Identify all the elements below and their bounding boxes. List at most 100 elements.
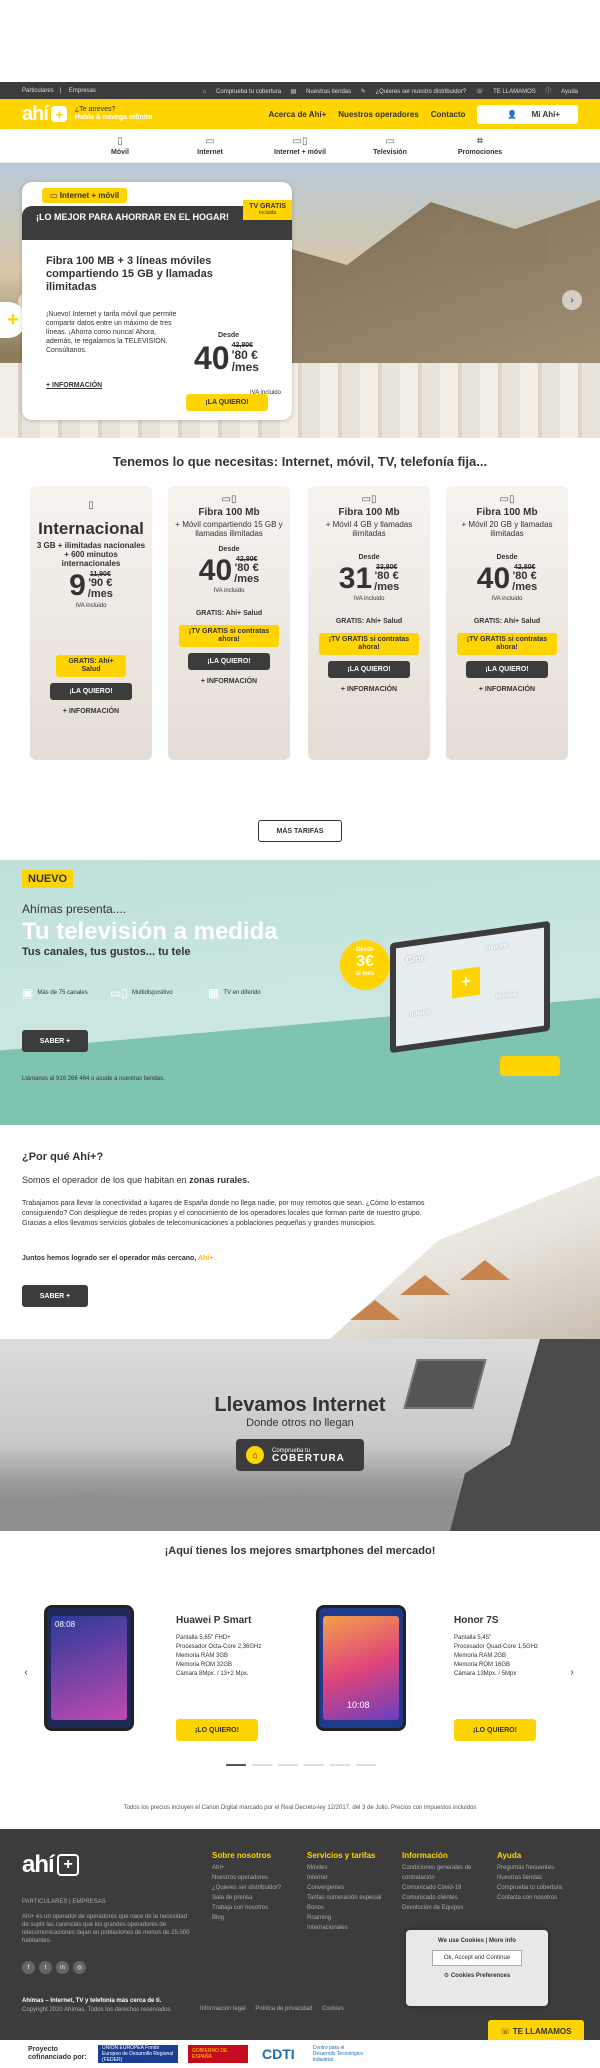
- card-cta-button[interactable]: ¡LA QUIERO!: [466, 661, 548, 678]
- social-links: f t in ◎: [22, 1961, 90, 1974]
- product-card: ▭▯ Fibra 100 Mb + Móvil 4 GB y llamadas …: [308, 486, 430, 760]
- footer-link[interactable]: Ahí+: [212, 1863, 281, 1873]
- footer-link[interactable]: ¿Quieres ser distribuidor?: [212, 1883, 281, 1893]
- carousel-dot[interactable]: [278, 1764, 298, 1766]
- feature-replay: ▦ TV en diferido: [208, 986, 261, 1000]
- nav-contact[interactable]: Contacto: [431, 110, 466, 119]
- footer-link[interactable]: Sala de prensa: [212, 1893, 281, 1903]
- linkedin-icon[interactable]: in: [56, 1961, 69, 1974]
- category-tv[interactable]: ▭ Televisión: [345, 129, 435, 162]
- card-cta-button[interactable]: ¡LA QUIERO!: [188, 653, 270, 670]
- footer-link[interactable]: Móviles: [307, 1863, 387, 1873]
- footer-link[interactable]: Devolución de Equipos: [402, 1903, 490, 1913]
- footer-link[interactable]: Roaming: [307, 1913, 387, 1923]
- footer-link[interactable]: Convergentes: [307, 1883, 387, 1893]
- card-price: 9 11,90€ '90 €/mes: [69, 569, 113, 602]
- cookie-banner: We use Cookies | More info Ok, Accept an…: [406, 1930, 548, 2006]
- hero-more-info-link[interactable]: + INFORMACIÓN: [46, 382, 102, 389]
- card-title: Fibra 100 Mb: [198, 507, 260, 518]
- feature-channels: ▣ Más de 75 canales: [22, 986, 88, 1000]
- phone-buy-button[interactable]: ¡LO QUIERO!: [176, 1719, 258, 1741]
- segment-particulares-link[interactable]: Particulares: [22, 88, 54, 94]
- footer-link[interactable]: Comunicado Covid-19: [402, 1883, 490, 1893]
- footer-logo[interactable]: ahí +: [22, 1851, 79, 1879]
- footer-link[interactable]: Comunicado clientes: [402, 1893, 490, 1903]
- footer-link[interactable]: Trabaja con nosotros: [212, 1903, 281, 1913]
- carousel-dot[interactable]: [252, 1764, 272, 1766]
- card-more-info-link[interactable]: + INFORMACIÓN: [308, 686, 430, 693]
- category-internet-mobile[interactable]: ▭▯ Internet + móvil: [255, 129, 345, 162]
- card-cta-button[interactable]: ¡LA QUIERO!: [50, 683, 132, 700]
- footer-link[interactable]: Blog: [212, 1913, 281, 1923]
- footer-col-info: Información Condiciones generales de con…: [402, 1851, 490, 1913]
- footer-link[interactable]: Preguntas frecuentes: [497, 1863, 562, 1873]
- hero-next-arrow[interactable]: ›: [562, 290, 582, 310]
- multidevice-icon: ▭▯: [110, 986, 128, 1000]
- product-card: ▯ Internacional 3 GB + ilimitadas nacion…: [30, 486, 152, 760]
- category-internet[interactable]: ▭ Internet: [165, 129, 255, 162]
- cookie-preferences-link[interactable]: ⚙ Cookies Preferences: [406, 1972, 548, 1979]
- card-cta-button[interactable]: ¡LA QUIERO!: [328, 661, 410, 678]
- segment-empresas-link[interactable]: Empresas: [69, 88, 96, 94]
- footer-link[interactable]: Condiciones generales de contratación: [402, 1863, 490, 1883]
- card-more-info-link[interactable]: + INFORMACIÓN: [168, 678, 290, 685]
- plus-icon: +: [50, 106, 67, 122]
- carousel-dot[interactable]: [304, 1764, 324, 1766]
- help-link[interactable]: ⓘ Ayuda: [545, 89, 578, 95]
- why-closing: Juntos hemos logrado ser el operador más…: [22, 1255, 216, 1262]
- carousel-dot[interactable]: [330, 1764, 350, 1766]
- phones-prev-arrow[interactable]: ‹: [16, 1662, 36, 1682]
- stores-link[interactable]: ▤ Nuestras tiendas: [291, 89, 351, 95]
- phone-buy-button[interactable]: ¡LO QUIERO!: [454, 1719, 536, 1741]
- call-me-button[interactable]: ☏ TE LLAMAMOS: [488, 2020, 584, 2042]
- cookies-link[interactable]: Cookies: [322, 2006, 344, 2012]
- footer-col-help: Ayuda Preguntas frecuentes Nuestras tien…: [497, 1851, 563, 1903]
- footer-link[interactable]: Nuestros operadores: [212, 1873, 281, 1883]
- category-nav: ▯ Móvil ▭ Internet ▭▯ Internet + móvil ▭ Tel…: [0, 129, 600, 163]
- nav-about[interactable]: Acerca de Ahí+: [269, 110, 327, 119]
- devices-icon: ▭▯: [499, 494, 515, 505]
- footer-link[interactable]: Internet: [307, 1873, 387, 1883]
- call-me-link[interactable]: ☏ TE LLAMAMOS: [476, 89, 536, 95]
- card-promo: ¡TV GRATIS si contratas ahora!: [319, 633, 419, 655]
- card-more-info-link[interactable]: + INFORMACIÓN: [30, 708, 152, 715]
- channels-icon: ▣: [22, 986, 34, 1000]
- footer-link[interactable]: Comprueba tu cobertura: [497, 1883, 562, 1893]
- category-promotions[interactable]: ⌗ Promociones: [435, 129, 525, 162]
- phone-image-huawei: 08:08: [44, 1605, 134, 1731]
- footer-segments[interactable]: PARTICULARES | EMPRESAS: [22, 1899, 106, 1905]
- twitter-icon[interactable]: t: [39, 1961, 52, 1974]
- my-account-button[interactable]: 👤 Mi Ahí+: [477, 104, 578, 124]
- footer-link[interactable]: Internacionales: [307, 1923, 387, 1933]
- footer-link[interactable]: Tarifas numeración especial: [307, 1893, 387, 1903]
- phones-next-arrow[interactable]: ›: [562, 1662, 582, 1682]
- check-coverage-button[interactable]: ⌂ Comprueba tu COBERTURA: [236, 1439, 364, 1471]
- footer-link[interactable]: Nuestras tiendas: [497, 1873, 562, 1883]
- footer-link[interactable]: Bonos: [307, 1903, 387, 1913]
- tv-section: NUEVO Ahímas presenta.... Tu televisión …: [0, 860, 600, 1125]
- more-rates-button[interactable]: MÁS TARIFAS: [258, 820, 342, 842]
- coverage-link[interactable]: ⌂ Comprueba tu cobertura: [203, 89, 281, 95]
- cookie-accept-button[interactable]: Ok, Accept and Continue: [432, 1950, 522, 1966]
- carousel-dot[interactable]: [226, 1764, 246, 1766]
- legal-link[interactable]: Información legal: [200, 2006, 246, 2012]
- carousel-dot[interactable]: [356, 1764, 376, 1766]
- card-more-info-link[interactable]: + INFORMACIÓN: [446, 686, 568, 693]
- facebook-icon[interactable]: f: [22, 1961, 35, 1974]
- card-promo: ¡TV GRATIS si contratas ahora!: [179, 625, 279, 647]
- main-header: ahí + ¿Te atreves? Habla & navega infinit…: [0, 99, 600, 129]
- distributor-link[interactable]: ✎ ¿Quieres ser nuestro distribuidor?: [361, 89, 466, 95]
- instagram-icon[interactable]: ◎: [73, 1961, 86, 1974]
- why-saber-button[interactable]: SABER +: [22, 1285, 88, 1307]
- phone-name: Huawei P Smart: [176, 1615, 252, 1626]
- category-mobile[interactable]: ▯ Móvil: [75, 129, 165, 162]
- products-section-title: Tenemos lo que necesitas: Internet, móvi…: [112, 454, 488, 469]
- new-badge: NUEVO: [22, 870, 74, 888]
- footer-link[interactable]: Contacta con nosotros: [497, 1893, 562, 1903]
- sofa-illustration: [500, 1056, 560, 1076]
- privacy-link[interactable]: Política de privacidad: [255, 2006, 312, 2012]
- tv-saber-button[interactable]: SABER +: [22, 1030, 88, 1052]
- hero-cta-button[interactable]: ¡LA QUIERO!: [186, 394, 268, 411]
- nav-operators[interactable]: Nuestros operadores: [338, 110, 418, 119]
- logo[interactable]: ahí +: [22, 103, 67, 126]
